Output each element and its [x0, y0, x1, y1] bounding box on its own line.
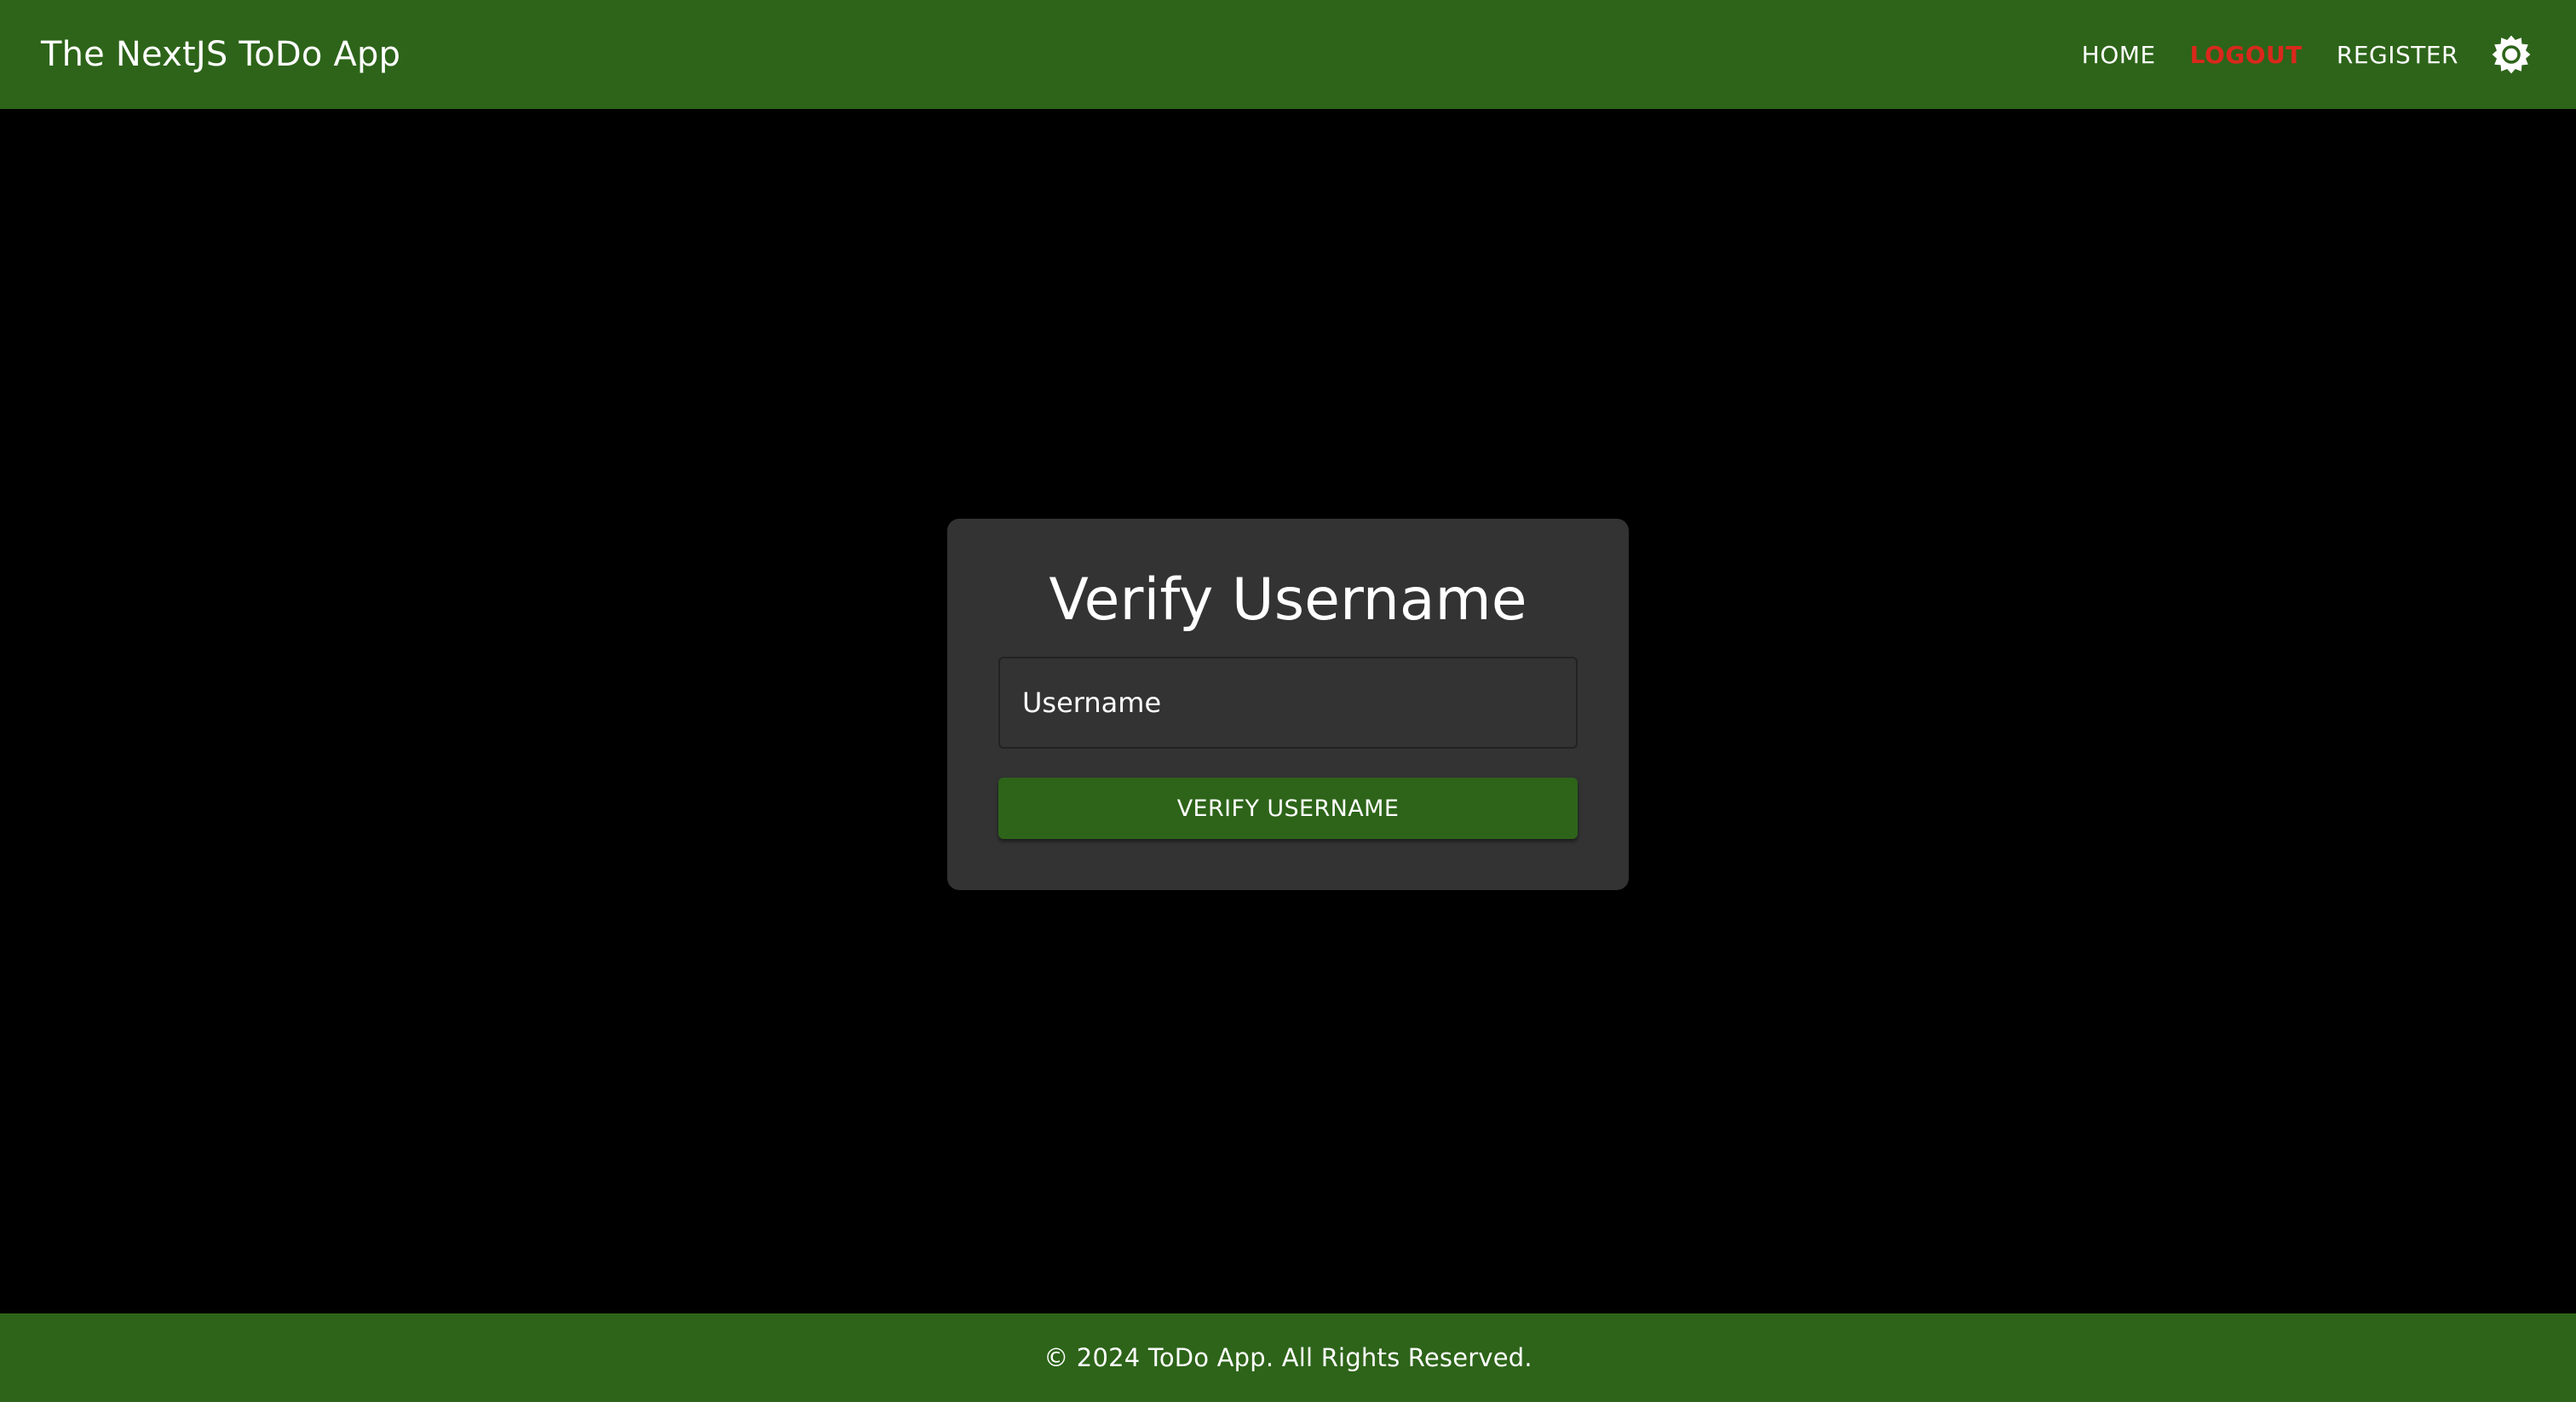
username-field	[998, 657, 1578, 750]
theme-toggle-button[interactable]	[2487, 31, 2535, 78]
nav-logout-link[interactable]: LOGOUT	[2190, 41, 2303, 69]
footer-copyright: © 2024 ToDo App. All Rights Reserved.	[1044, 1343, 1532, 1372]
nav-register-link[interactable]: REGISTER	[2337, 41, 2458, 69]
username-input[interactable]	[1000, 658, 1576, 748]
nav-home-link[interactable]: HOME	[2082, 41, 2156, 69]
main-content: Verify Username VERIFY USERNAME	[0, 109, 2576, 1313]
page: The NextJS ToDo App HOME LOGOUT REGISTER…	[0, 0, 2576, 1402]
main-nav: HOME LOGOUT REGISTER	[2048, 31, 2535, 78]
verify-username-button[interactable]: VERIFY USERNAME	[998, 778, 1578, 840]
verify-username-card: Verify Username VERIFY USERNAME	[947, 518, 1629, 891]
app-header: The NextJS ToDo App HOME LOGOUT REGISTER	[0, 0, 2576, 109]
app-footer: © 2024 ToDo App. All Rights Reserved.	[0, 1313, 2576, 1402]
app-title: The NextJS ToDo App	[41, 35, 401, 74]
card-title: Verify Username	[1049, 566, 1527, 634]
sun-icon	[2492, 35, 2531, 74]
